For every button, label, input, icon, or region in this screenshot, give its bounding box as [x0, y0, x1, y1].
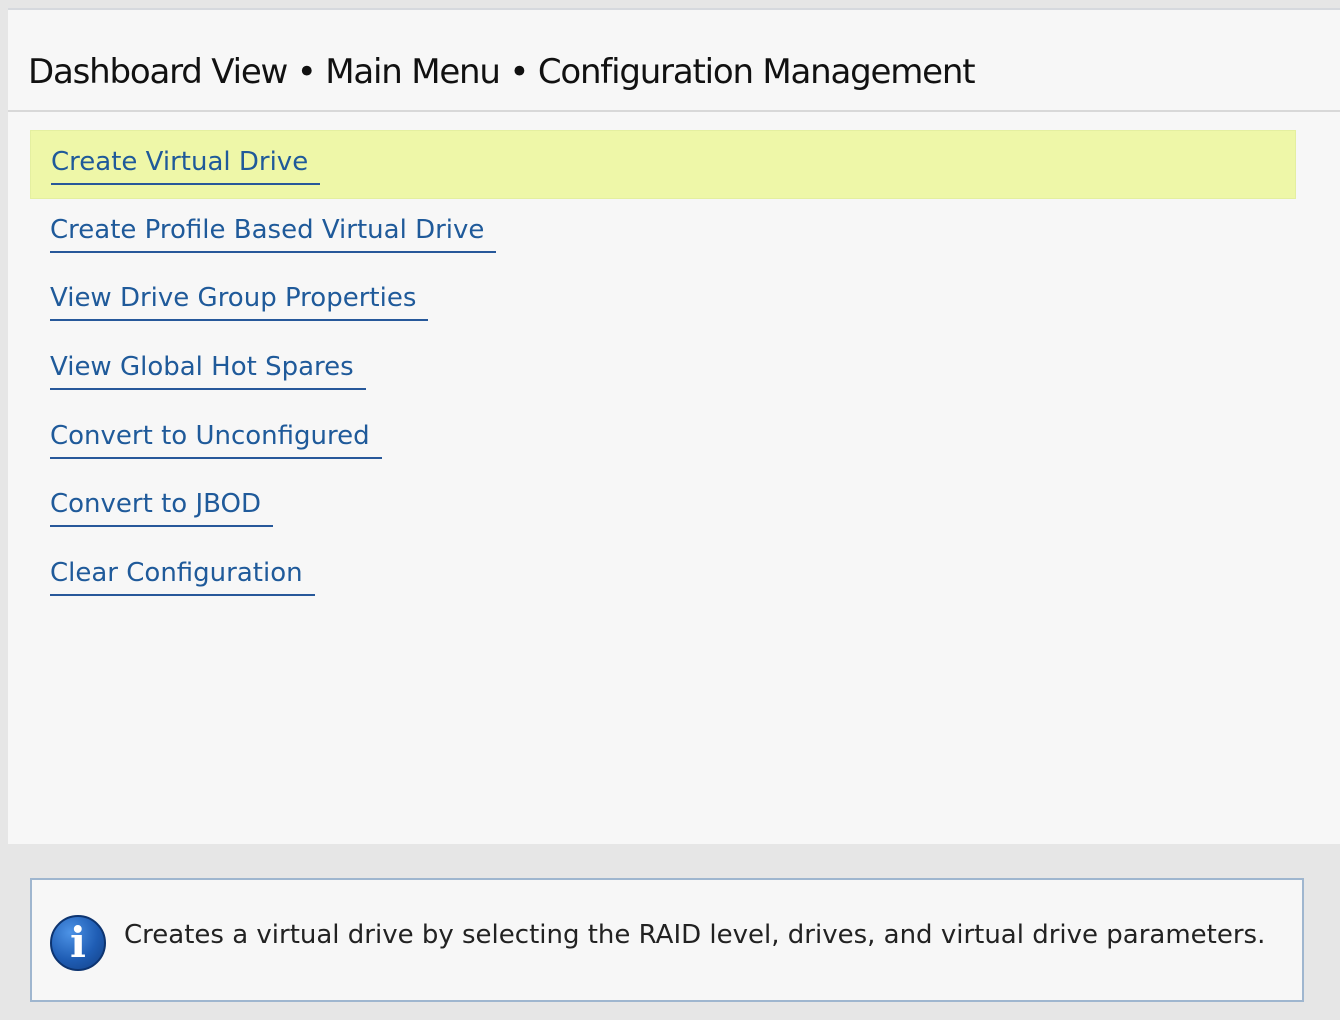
menu-item-clear-configuration[interactable]: Clear Configuration [30, 542, 1296, 611]
menu-link[interactable]: Create Profile Based Virtual Drive [50, 215, 497, 253]
menu-item-create-virtual-drive[interactable]: Create Virtual Drive [30, 130, 1296, 199]
info-icon: i [50, 915, 106, 971]
menu-link[interactable]: Clear Configuration [50, 558, 315, 597]
app-window: Dashboard View • Main Menu • Configurati… [0, 0, 1340, 1020]
menu-item-convert-to-jbod[interactable]: Convert to JBOD [30, 473, 1296, 542]
menu-link[interactable]: View Global Hot Spares [50, 352, 366, 391]
menu-link[interactable]: Convert to JBOD [50, 489, 273, 528]
menu-item-create-profile-based-virtual-drive[interactable]: Create Profile Based Virtual Drive [30, 199, 1296, 268]
configuration-menu: Create Virtual Drive Create Profile Base… [30, 130, 1296, 611]
menu-item-view-drive-group-properties[interactable]: View Drive Group Properties [30, 267, 1296, 336]
menu-item-convert-to-unconfigured[interactable]: Convert to Unconfigured [30, 405, 1296, 474]
help-info-box: i Creates a virtual drive by selecting t… [30, 878, 1304, 1002]
breadcrumb: Dashboard View • Main Menu • Configurati… [28, 52, 976, 92]
menu-item-view-global-hot-spares[interactable]: View Global Hot Spares [30, 336, 1296, 405]
main-panel: Dashboard View • Main Menu • Configurati… [8, 8, 1340, 844]
menu-link[interactable]: View Drive Group Properties [50, 283, 429, 322]
title-bar: Dashboard View • Main Menu • Configurati… [8, 10, 1340, 112]
menu-link[interactable]: Convert to Unconfigured [50, 421, 382, 459]
menu-link[interactable]: Create Virtual Drive [51, 147, 321, 185]
help-text: Creates a virtual drive by selecting the… [124, 920, 1266, 950]
